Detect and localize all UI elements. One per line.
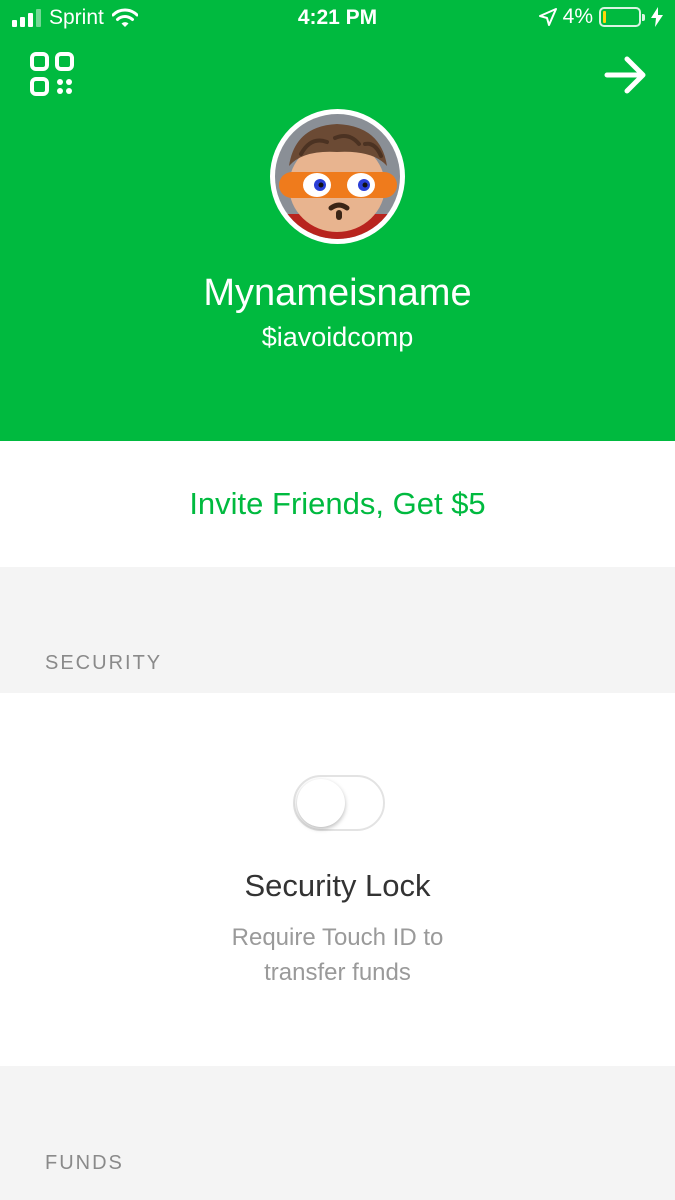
battery-level-fill (603, 11, 606, 23)
funds-section-label: FUNDS (45, 1152, 124, 1174)
forward-button[interactable] (603, 55, 649, 95)
location-arrow-icon (538, 8, 557, 26)
display-name: Mynameisname (203, 272, 472, 314)
avatar-image (275, 114, 400, 239)
invite-friends-row[interactable]: Invite Friends, Get $5 (0, 441, 675, 567)
charging-bolt-icon (651, 7, 663, 27)
status-bar-right: 4% (538, 5, 663, 29)
qr-code-icon (30, 52, 74, 96)
cashtag: $iavoidcomp (261, 322, 414, 352)
toggle-knob[interactable] (297, 779, 345, 827)
status-bar: Sprint 4:21 PM 4% (0, 0, 675, 38)
qr-code-button[interactable] (30, 52, 74, 96)
invite-friends-link[interactable]: Invite Friends, Get $5 (189, 486, 485, 522)
security-lock-toggle[interactable] (293, 775, 385, 831)
battery-percent: 4% (562, 5, 593, 28)
arrow-right-icon (604, 56, 646, 94)
security-section-label: SECURITY (45, 652, 163, 674)
funds-section (0, 1066, 675, 1200)
battery-icon (599, 7, 645, 27)
security-lock-description-line2: transfer funds (264, 959, 411, 986)
profile-header: Sprint 4:21 PM 4% Mynameisname $iavoidco… (0, 0, 675, 441)
security-lock-description-line1: Require Touch ID to (231, 924, 444, 951)
security-lock-title: Security Lock (244, 868, 431, 903)
security-lock-description: Require Touch ID to transfer funds (0, 920, 675, 990)
avatar[interactable] (270, 109, 405, 244)
